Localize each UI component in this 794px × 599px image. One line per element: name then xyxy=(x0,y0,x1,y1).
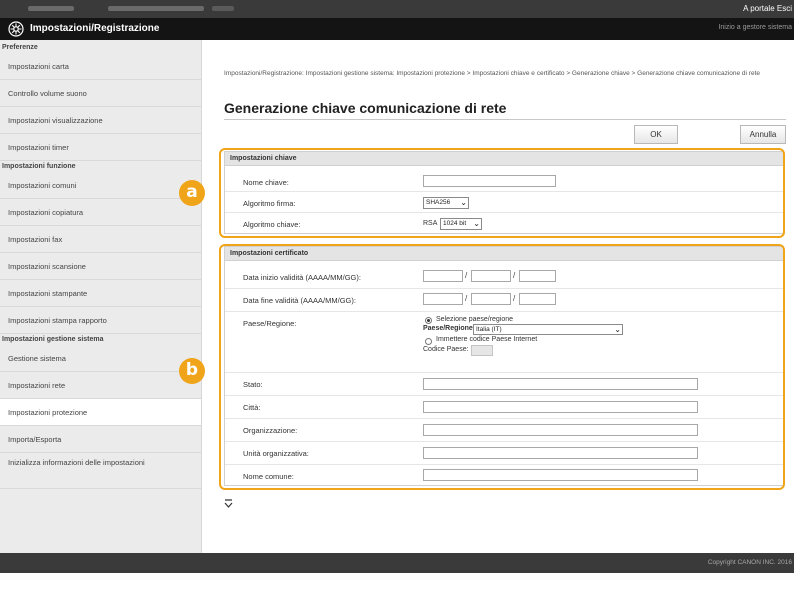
top-strip: A portale Esci xyxy=(0,0,794,18)
sidebar-item-network[interactable]: Impostazioni rete xyxy=(0,372,201,399)
cancel-button[interactable]: Annulla xyxy=(740,125,786,144)
sidebar-item-paper[interactable]: Impostazioni carta xyxy=(0,53,201,80)
sidebar-item-label: Controllo volume suono xyxy=(8,89,87,98)
title-bar: Impostazioni/Registrazione Inizio a gest… xyxy=(0,18,794,40)
sidebar-item-initialize[interactable]: Inizializza informazioni delle impostazi… xyxy=(0,453,201,489)
blurred-text xyxy=(108,6,204,11)
sidebar-item-label: Impostazioni comuni xyxy=(8,181,77,190)
sidebar-item-label: Impostazioni fax xyxy=(8,235,63,244)
home-link[interactable]: Inizio a gestore sistema xyxy=(718,24,792,31)
sidebar-item-label: Importa/Esporta xyxy=(8,435,62,444)
portal-logout-link[interactable]: A portale Esci xyxy=(743,4,792,13)
sidebar-item-label: Impostazioni scansione xyxy=(8,262,86,271)
blurred-text xyxy=(212,6,234,11)
sidebar-item-common[interactable]: Impostazioni comuni xyxy=(0,172,201,199)
sidebar-item-fax[interactable]: Impostazioni fax xyxy=(0,226,201,253)
sidebar-item-system-management[interactable]: Gestione sistema xyxy=(0,345,201,372)
sidebar-group-functions: Impostazioni funzione xyxy=(2,163,76,170)
sidebar-item-report[interactable]: Impostazioni stampa rapporto xyxy=(0,307,201,334)
sidebar-item-printer[interactable]: Impostazioni stampante xyxy=(0,280,201,307)
sidebar-item-label: Impostazioni rete xyxy=(8,381,66,390)
sidebar-item-label: Impostazioni protezione xyxy=(8,408,88,417)
breadcrumb: Impostazioni/Registrazione: Impostazioni… xyxy=(224,70,760,77)
sidebar-item-label: Impostazioni timer xyxy=(8,143,69,152)
sidebar-item-scan[interactable]: Impostazioni scansione xyxy=(0,253,201,280)
settings-gear-icon xyxy=(8,21,24,37)
sidebar-item-label: Impostazioni visualizzazione xyxy=(8,116,103,125)
divider xyxy=(224,119,786,120)
sidebar: Preferenze Impostazioni carta Controllo … xyxy=(0,40,202,553)
sidebar-item-copy[interactable]: Impostazioni copiatura xyxy=(0,199,201,226)
sidebar-item-timer[interactable]: Impostazioni timer xyxy=(0,134,201,161)
sidebar-item-label: Impostazioni copiatura xyxy=(8,208,84,217)
callout-frame-a xyxy=(219,148,785,238)
sidebar-item-import-export[interactable]: Importa/Esporta xyxy=(0,426,201,453)
ok-button[interactable]: OK xyxy=(634,125,678,144)
callout-marker-b: b xyxy=(179,358,205,384)
blurred-text xyxy=(28,6,74,11)
sidebar-item-label: Gestione sistema xyxy=(8,354,66,363)
sidebar-item-display[interactable]: Impostazioni visualizzazione xyxy=(0,107,201,134)
page-title: Generazione chiave comunicazione di rete xyxy=(224,100,507,116)
sidebar-item-label: Impostazioni carta xyxy=(8,62,69,71)
sidebar-group-preferences: Preferenze xyxy=(2,44,38,51)
sidebar-item-volume[interactable]: Controllo volume suono xyxy=(0,80,201,107)
sidebar-item-label: Impostazioni stampa rapporto xyxy=(8,316,107,325)
arrow-up-to-top-icon[interactable] xyxy=(224,499,233,510)
callout-frame-b xyxy=(219,244,785,490)
callout-marker-a: a xyxy=(179,180,205,206)
sidebar-item-label: Impostazioni stampante xyxy=(8,289,88,298)
sidebar-item-label: Inizializza informazioni delle impostazi… xyxy=(8,458,145,467)
footer: Copyright CANON INC. 2016 xyxy=(0,553,794,573)
sidebar-item-security[interactable]: Impostazioni protezione xyxy=(0,399,201,426)
sidebar-group-system: Impostazioni gestione sistema xyxy=(2,336,104,343)
copyright-text: Copyright CANON INC. 2016 xyxy=(707,559,792,566)
app-title: Impostazioni/Registrazione xyxy=(30,23,160,34)
